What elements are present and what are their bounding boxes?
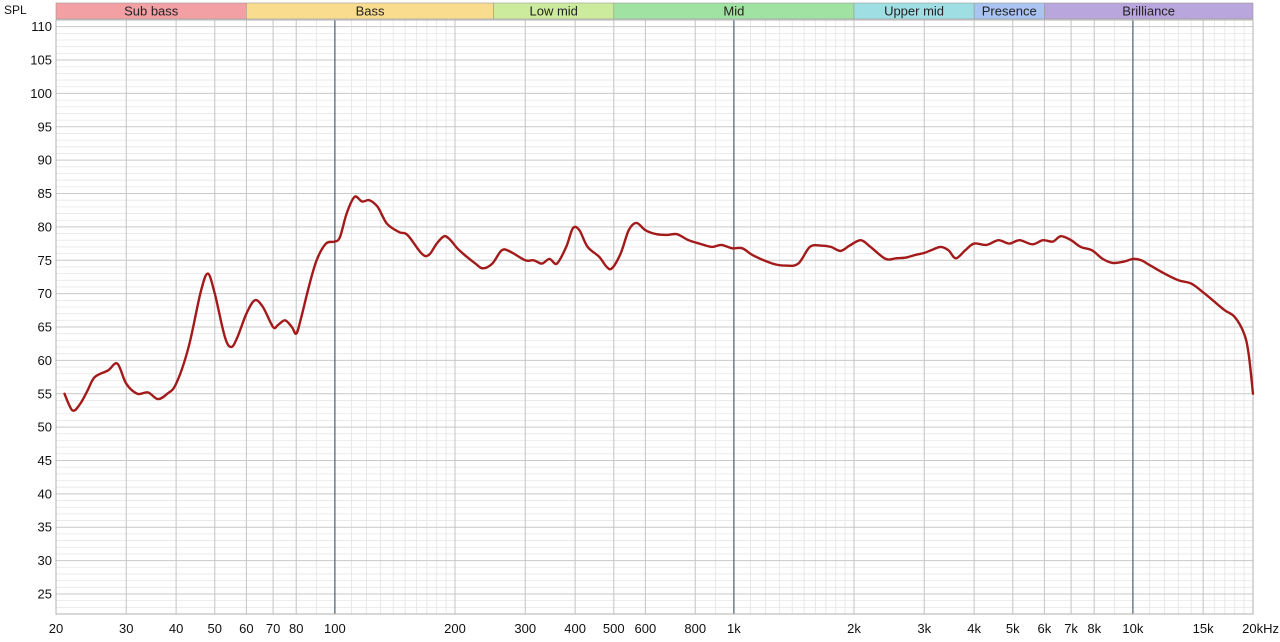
band-label: Mid	[723, 4, 744, 19]
band-label: Presence	[982, 4, 1037, 19]
y-tick-label: 25	[38, 586, 52, 601]
y-tick-label: 50	[38, 420, 52, 435]
x-tick-label: 400	[564, 621, 586, 636]
band-label: Brilliance	[1122, 4, 1175, 19]
y-axis-title: SPL	[4, 3, 27, 17]
x-tick-label: 20kHz	[1242, 621, 1279, 636]
x-tick-label: 60	[239, 621, 253, 636]
x-tick-label: 300	[514, 621, 536, 636]
x-tick-label: 40	[169, 621, 183, 636]
frequency-band-bar: Sub bass Bass Low mid Mid Upper mid Presence B…	[55, 2, 1254, 20]
x-tick-label: 10k	[1122, 621, 1143, 636]
x-tick-label: 3k	[917, 621, 931, 636]
y-tick-label: 60	[38, 353, 52, 368]
y-tick-label: 90	[38, 153, 52, 168]
x-tick-label: 50	[208, 621, 222, 636]
x-tick-label: 4k	[967, 621, 981, 636]
band-label: Upper mid	[884, 4, 944, 19]
x-tick-label: 500	[603, 621, 625, 636]
y-tick-label: 95	[38, 119, 52, 134]
y-tick-label: 75	[38, 253, 52, 268]
y-tick-label: 70	[38, 286, 52, 301]
y-tick-label: 40	[38, 486, 52, 501]
y-tick-label: 85	[38, 186, 52, 201]
band-label: Bass	[356, 4, 385, 19]
y-tick-label: 55	[38, 386, 52, 401]
x-tick-label: 70	[266, 621, 280, 636]
y-tick-label: 65	[38, 320, 52, 335]
y-tick-label: 105	[30, 53, 52, 68]
x-axis-labels: 20 30 40 50 60 70 80 100 200 300 400 500 600 800 1k 2k 3…	[49, 621, 1279, 636]
x-tick-label: 80	[289, 621, 303, 636]
x-tick-label: 200	[444, 621, 466, 636]
frequency-response-chart: Sub bass Bass Low mid Mid Upper mid Presence B…	[4, 2, 1279, 636]
y-tick-label: 30	[38, 553, 52, 568]
x-tick-label: 7k	[1064, 621, 1078, 636]
y-tick-label: 45	[38, 453, 52, 468]
x-tick-label: 800	[684, 621, 706, 636]
plot-background	[56, 20, 1253, 614]
y-tick-label: 100	[30, 86, 52, 101]
y-axis-labels: 25 30 35 40 45 50 55 60 65 70 75 80 85 90 95 100 105 110	[30, 19, 52, 601]
band-label: Low mid	[530, 4, 578, 19]
y-tick-label: 35	[38, 520, 52, 535]
y-tick-label: 80	[38, 219, 52, 234]
x-tick-label: 100	[324, 621, 346, 636]
x-tick-label: 30	[119, 621, 133, 636]
x-tick-label: 8k	[1087, 621, 1101, 636]
x-tick-label: 600	[635, 621, 657, 636]
x-tick-label: 15k	[1193, 621, 1214, 636]
y-tick-label: 110	[31, 19, 52, 34]
x-tick-label: 6k	[1038, 621, 1052, 636]
x-tick-label: 2k	[847, 621, 861, 636]
x-tick-label: 5k	[1006, 621, 1020, 636]
band-label: Sub bass	[124, 4, 179, 19]
x-tick-label: 20	[49, 621, 63, 636]
x-tick-label: 1k	[727, 621, 741, 636]
